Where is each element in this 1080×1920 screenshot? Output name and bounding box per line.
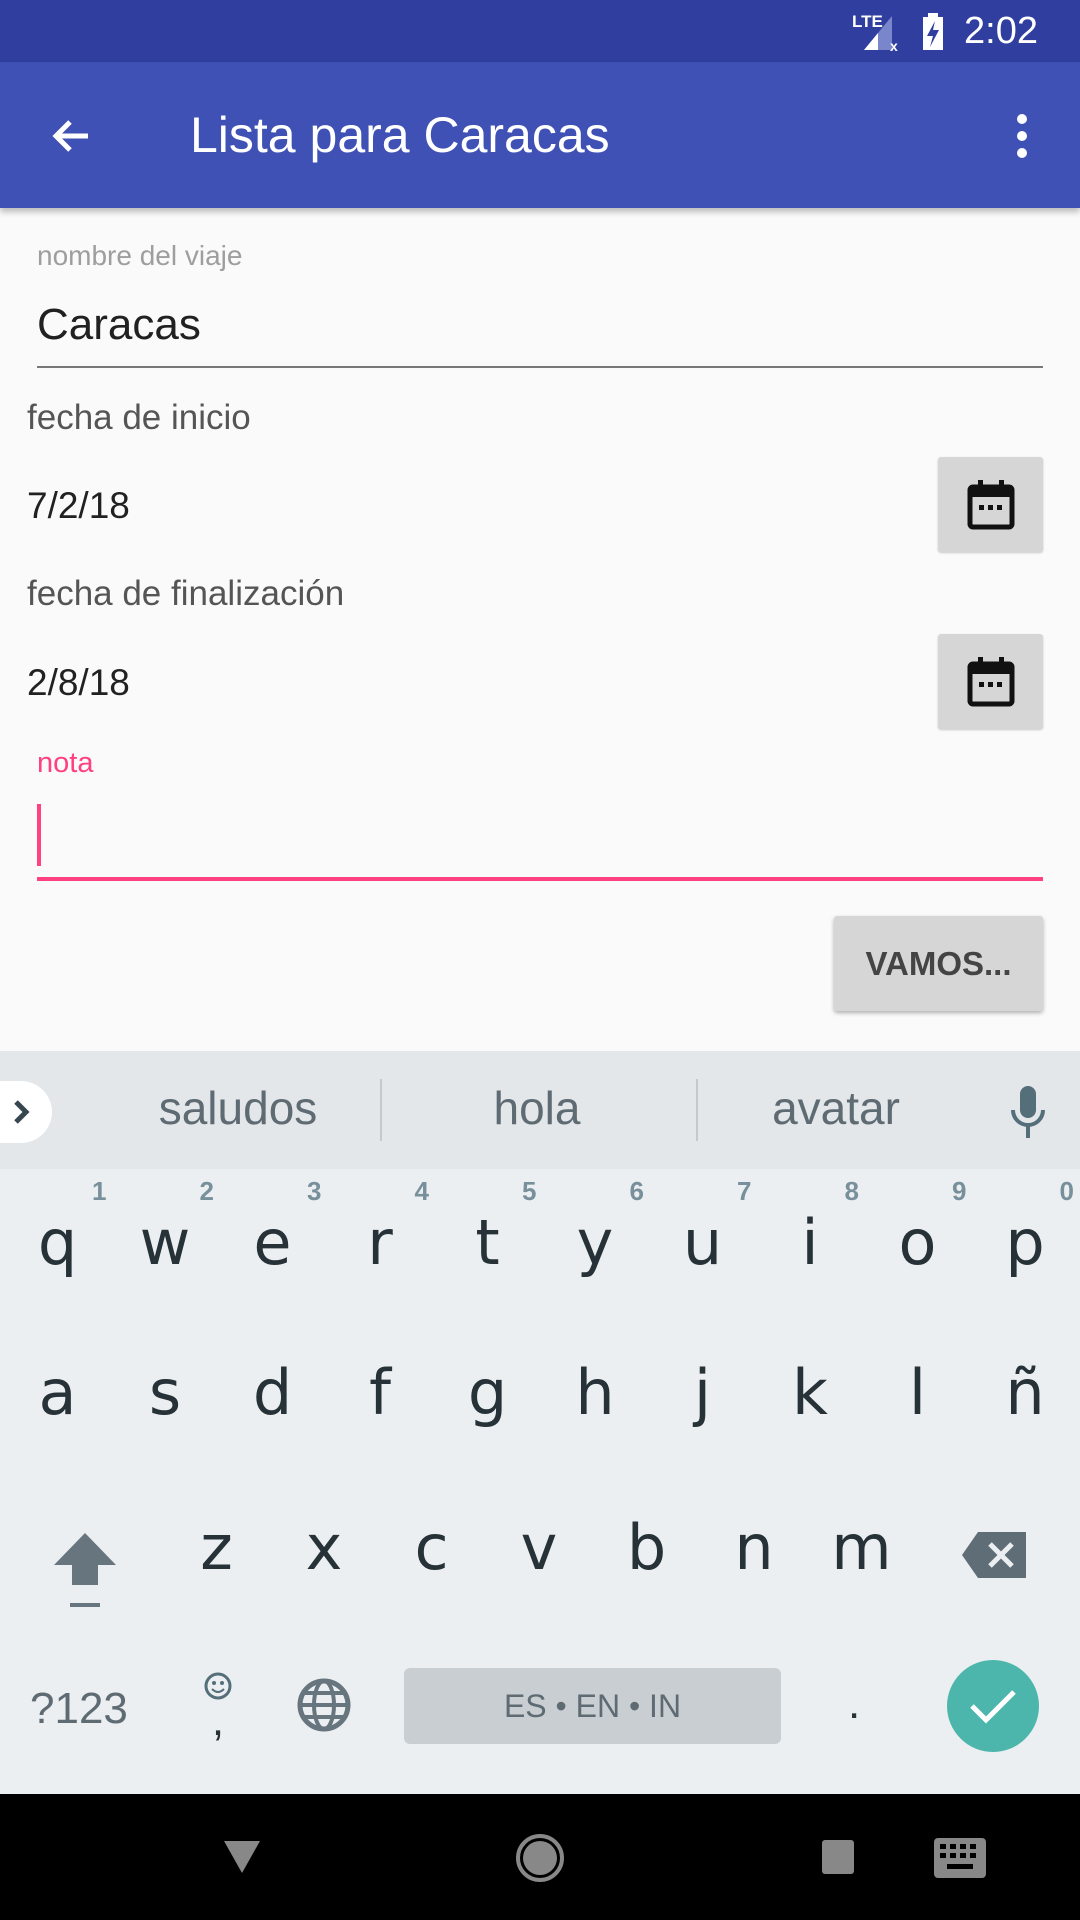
divider	[696, 1079, 698, 1141]
calendar-icon	[967, 656, 1014, 706]
key-o[interactable]: o	[864, 1206, 971, 1279]
key-e[interactable]: e	[219, 1206, 326, 1279]
note-input[interactable]	[37, 800, 1043, 881]
key-hint-number: 3	[307, 1176, 322, 1206]
recents-icon[interactable]	[820, 1838, 856, 1876]
suggestion[interactable]: hola	[407, 1081, 667, 1135]
key-hint-number: 7	[737, 1176, 752, 1206]
checkmark-icon	[970, 1690, 1016, 1724]
key-ñ[interactable]: ñ	[972, 1356, 1079, 1429]
key-g[interactable]: g	[434, 1356, 541, 1429]
key-l[interactable]: l	[864, 1356, 971, 1429]
key-c[interactable]: c	[378, 1511, 485, 1584]
enter-button[interactable]	[947, 1660, 1039, 1752]
key-w[interactable]: w	[112, 1206, 219, 1279]
key-p[interactable]: p	[972, 1206, 1079, 1279]
key-s[interactable]: s	[112, 1356, 219, 1429]
trip-name-input[interactable]: Caracas	[37, 300, 1043, 368]
key-i[interactable]: i	[757, 1206, 864, 1279]
app-bar: Lista para Caracas	[0, 62, 1080, 208]
key-d[interactable]: d	[219, 1356, 326, 1429]
symbols-key[interactable]: ?123	[30, 1684, 128, 1734]
keyboard-switch-icon[interactable]	[934, 1838, 986, 1878]
backspace-icon[interactable]	[962, 1532, 1028, 1578]
status-bar: LTE x 2:02	[0, 0, 1080, 62]
clock: 2:02	[964, 10, 1038, 52]
key-j[interactable]: j	[649, 1356, 756, 1429]
shift-icon[interactable]	[52, 1531, 118, 1611]
expand-toolbar-button[interactable]	[0, 1081, 52, 1143]
emoji-comma-key[interactable]: ,	[196, 1671, 240, 1745]
key-k[interactable]: k	[757, 1356, 864, 1429]
key-hint-number: 5	[522, 1176, 537, 1206]
key-m[interactable]: m	[808, 1511, 915, 1584]
start-date-value: 7/2/18	[27, 485, 130, 526]
trip-name-label: nombre del viaje	[37, 240, 243, 271]
suggestion[interactable]: avatar	[706, 1081, 966, 1135]
chevron-right-icon	[14, 1100, 30, 1124]
globe-icon[interactable]	[296, 1677, 352, 1733]
start-date-label: fecha de inicio	[27, 398, 251, 437]
key-a[interactable]: a	[4, 1356, 111, 1429]
key-v[interactable]: v	[486, 1511, 593, 1584]
home-icon[interactable]	[514, 1832, 566, 1884]
page-title: Lista para Caracas	[190, 107, 610, 163]
key-hint-number: 0	[1059, 1176, 1074, 1206]
battery-charging-icon	[923, 13, 943, 50]
navigation-bar	[0, 1794, 1080, 1920]
overflow-menu-icon[interactable]	[1010, 112, 1034, 160]
comma: ,	[211, 1696, 225, 1745]
suggestion-bar: saludos hola avatar	[0, 1051, 1080, 1169]
key-r[interactable]: r	[327, 1206, 434, 1279]
text-cursor	[37, 804, 41, 866]
key-u[interactable]: u	[649, 1206, 756, 1279]
key-n[interactable]: n	[701, 1511, 808, 1584]
microphone-icon[interactable]	[1008, 1086, 1048, 1140]
signal-icon: x	[864, 16, 898, 52]
end-date-value: 2/8/18	[27, 662, 130, 703]
key-x[interactable]: x	[271, 1511, 378, 1584]
key-hint-number: 8	[844, 1176, 859, 1206]
key-hint-number: 6	[629, 1176, 644, 1206]
key-f[interactable]: f	[327, 1356, 434, 1429]
trip-name-value: Caracas	[37, 300, 201, 349]
back-triangle-icon[interactable]	[222, 1839, 262, 1875]
svg-text:x: x	[890, 38, 898, 52]
vamos-button[interactable]: VAMOS...	[834, 916, 1043, 1011]
key-b[interactable]: b	[593, 1511, 700, 1584]
key-y[interactable]: y	[542, 1206, 649, 1279]
key-hint-number: 1	[92, 1176, 107, 1206]
period-key[interactable]: .	[848, 1679, 860, 1729]
back-arrow-icon[interactable]	[48, 112, 96, 160]
start-date-picker-button[interactable]	[938, 457, 1043, 552]
keyboard: saludos hola avatar q1w2e3r4t5y6u7i8o9p0…	[0, 1051, 1080, 1794]
key-h[interactable]: h	[542, 1356, 649, 1429]
calendar-icon	[967, 479, 1014, 529]
key-q[interactable]: q	[4, 1206, 111, 1279]
note-label: nota	[37, 747, 94, 779]
key-z[interactable]: z	[163, 1511, 270, 1584]
key-t[interactable]: t	[434, 1206, 541, 1279]
key-hint-number: 9	[952, 1176, 967, 1206]
end-date-label: fecha de finalización	[27, 574, 345, 613]
key-hint-number: 4	[414, 1176, 429, 1206]
end-date-picker-button[interactable]	[938, 634, 1043, 729]
divider	[380, 1079, 382, 1141]
space-bar[interactable]: ES • EN • IN	[404, 1668, 781, 1744]
suggestion[interactable]: saludos	[108, 1081, 368, 1135]
key-hint-number: 2	[199, 1176, 214, 1206]
